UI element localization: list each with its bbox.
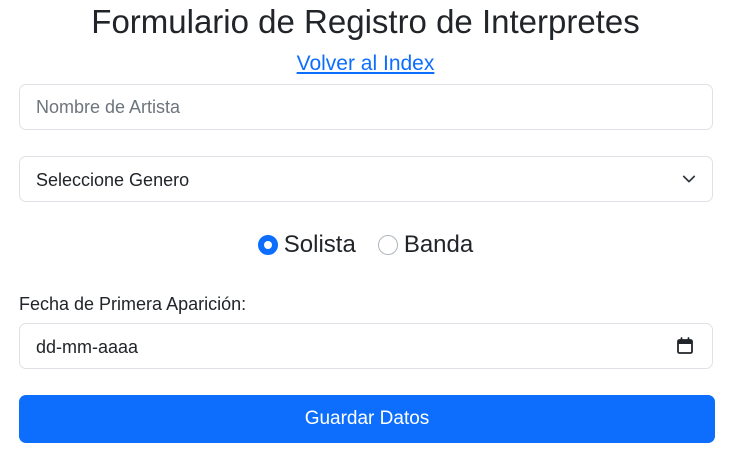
radio-solista-label: Solista [283, 231, 356, 258]
page-title: Formulario de Registro de Interpretes [91, 3, 640, 40]
genre-select-value: Seleccione Genero [36, 170, 190, 190]
artist-name-field[interactable] [19, 84, 713, 130]
chevron-down-icon [682, 175, 696, 183]
back-to-index-link[interactable]: Volver al Index [297, 52, 435, 75]
save-data-button[interactable]: Guardar Datos [19, 395, 715, 443]
calendar-icon[interactable] [676, 337, 694, 355]
first-appearance-label: Fecha de Primera Aparición: [19, 294, 247, 314]
artist-type-radio-group: Solista Banda [0, 228, 731, 262]
radio-solista[interactable] [257, 235, 278, 255]
artist-name-input[interactable] [20, 85, 712, 129]
radio-banda[interactable] [377, 235, 398, 255]
back-link-container: Volver al Index [0, 51, 731, 77]
date-input-placeholder[interactable]: dd-mm-aaaa [36, 324, 138, 370]
radio-option-solista[interactable]: Solista [257, 231, 356, 259]
radio-option-banda[interactable]: Banda [377, 231, 474, 259]
first-appearance-date-field[interactable]: dd-mm-aaaa [19, 323, 713, 369]
registration-page: Formulario de Registro de Interpretes Vo… [0, 0, 731, 459]
genre-select[interactable]: Seleccione Genero [19, 156, 713, 202]
radio-banda-label: Banda [403, 231, 474, 258]
